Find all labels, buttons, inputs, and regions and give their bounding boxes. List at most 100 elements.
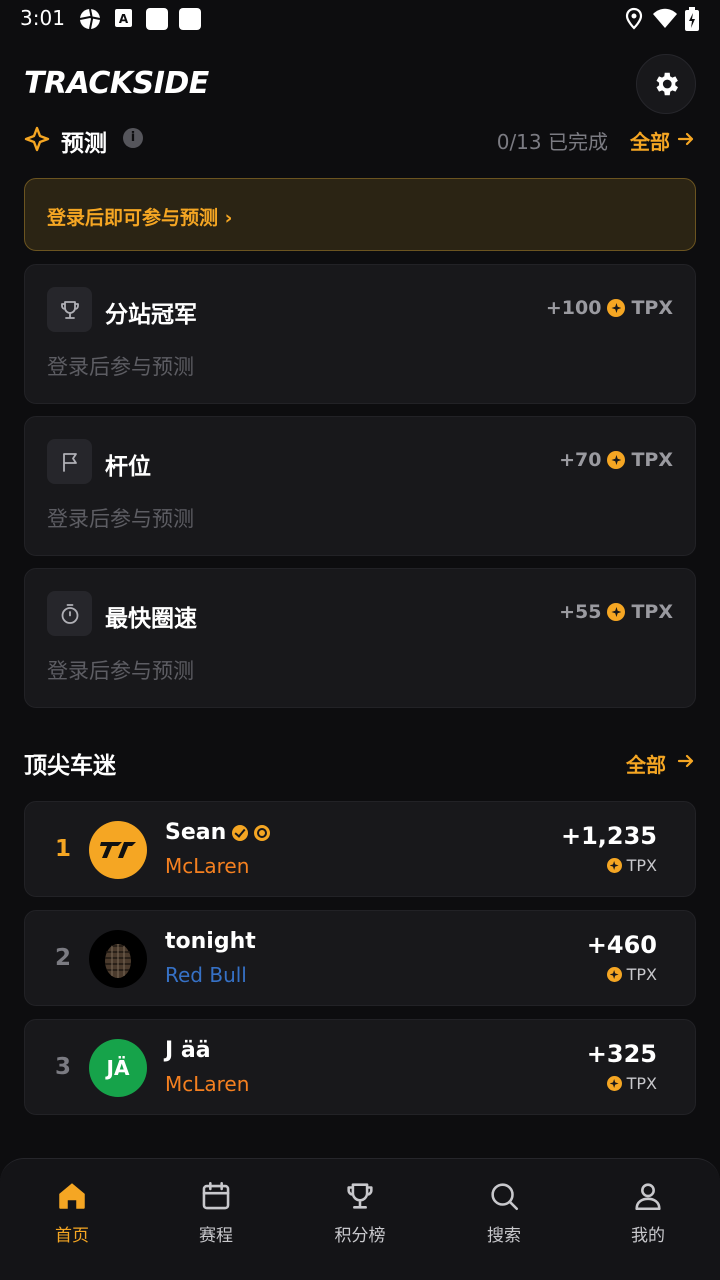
- verified-badge-icon: [232, 824, 249, 841]
- notification-square-icon-2: [179, 8, 201, 30]
- nav-item-home[interactable]: 首页: [0, 1179, 144, 1259]
- top-fans-title: 顶尖车迷: [24, 753, 116, 779]
- rank-number: 2: [55, 945, 72, 971]
- notification-square-icon: [146, 8, 168, 30]
- trackside-logo: TRACKSIDE: [24, 66, 209, 101]
- gear-icon: [656, 72, 678, 96]
- nav-label: 搜索: [487, 1226, 521, 1246]
- unit-text: TPX: [626, 1074, 657, 1093]
- search-icon: [491, 1183, 519, 1211]
- prediction-reward: +55 TPX: [559, 601, 673, 623]
- bottom-navigation: 首页 赛程 积分榜 搜索 我的: [0, 1158, 720, 1280]
- tpx-coin-icon: [607, 451, 626, 469]
- leaderboard-row[interactable]: 1 Sean McLaren +1,235 TPX: [24, 801, 696, 897]
- tpx-coin-icon: [606, 1076, 622, 1091]
- flag-icon: [62, 452, 77, 472]
- predictions-header: 预测 i 0/13 已完成 全部: [24, 120, 696, 160]
- nav-item-profile[interactable]: 我的: [576, 1179, 720, 1259]
- flag-icon-box: [47, 439, 92, 484]
- fan-name: Sean: [165, 820, 271, 845]
- reward-unit: TPX: [631, 601, 673, 623]
- avatar-initials: JÄ: [106, 1056, 130, 1080]
- arrow-right-icon[interactable]: [676, 129, 696, 149]
- prediction-reward: +100 TPX: [546, 297, 673, 319]
- fan-name-text: tonight: [165, 929, 256, 954]
- prediction-name: 杆位: [105, 454, 151, 480]
- trophy-icon-box: [47, 287, 92, 332]
- fan-points-unit: TPX: [606, 965, 657, 984]
- unit-text: TPX: [626, 856, 657, 875]
- avatar: JÄ: [89, 1039, 147, 1097]
- predictions-all-link[interactable]: 全部: [630, 126, 670, 155]
- tpx-coin-icon: [607, 603, 626, 621]
- fan-name: tonight: [165, 929, 256, 954]
- leaderboard-row[interactable]: 2 tonight Red Bull +460 TPX: [24, 910, 696, 1006]
- arrow-right-icon[interactable]: [676, 751, 696, 771]
- tpx-coin-icon: [607, 299, 626, 317]
- location-icon: [625, 7, 643, 30]
- fan-points: +1,235: [560, 822, 657, 850]
- wifi-icon: [653, 8, 677, 28]
- fan-points: +325: [586, 1040, 657, 1068]
- nav-label: 首页: [55, 1226, 89, 1246]
- app-notification-icon: [79, 8, 101, 30]
- calendar-icon: [202, 1181, 230, 1210]
- predictions-progress: 0/13 已完成: [496, 130, 608, 154]
- trophy-icon: [347, 1183, 373, 1209]
- prediction-name: 最快圈速: [105, 606, 197, 632]
- avatar: [89, 930, 147, 988]
- fan-points-unit: TPX: [606, 856, 657, 875]
- rank-number: 1: [55, 836, 72, 862]
- supporter-badge-icon: [254, 824, 271, 841]
- battery-icon: [685, 7, 699, 31]
- login-banner[interactable]: 登录后即可参与预测 ›: [24, 178, 696, 251]
- fan-points-unit: TPX: [606, 1074, 657, 1093]
- keyboard-notification-icon: A: [115, 9, 132, 27]
- nav-label: 我的: [631, 1226, 665, 1246]
- home-icon: [59, 1183, 85, 1209]
- settings-button[interactable]: [636, 54, 696, 114]
- fan-name: J ää: [165, 1038, 211, 1063]
- avatar: [89, 821, 147, 879]
- fan-team: McLaren: [165, 1072, 250, 1096]
- trackside-avatar-icon: [100, 842, 136, 858]
- nav-item-standings[interactable]: 积分榜: [288, 1179, 432, 1259]
- prediction-card-race-winner[interactable]: 分站冠军 +100 TPX 登录后参与预测: [24, 264, 696, 404]
- fan-team: McLaren: [165, 854, 250, 878]
- reward-value: +55: [559, 601, 602, 623]
- prediction-reward: +70 TPX: [559, 449, 673, 471]
- tpx-coin-icon: [606, 858, 622, 873]
- app-header: TRACKSIDE: [0, 54, 720, 114]
- prediction-subtitle: 登录后参与预测: [47, 355, 194, 379]
- reward-unit: TPX: [631, 449, 673, 471]
- nav-label: 赛程: [199, 1226, 233, 1246]
- tpx-coin-icon: [606, 967, 622, 982]
- fan-name-text: Sean: [165, 820, 227, 845]
- prediction-name: 分站冠军: [105, 302, 197, 328]
- reward-unit: TPX: [631, 297, 673, 319]
- stopwatch-icon-box: [47, 591, 92, 636]
- prediction-card-pole[interactable]: 杆位 +70 TPX 登录后参与预测: [24, 416, 696, 556]
- profile-icon: [635, 1183, 661, 1211]
- prediction-card-fastest-lap[interactable]: 最快圈速 +55 TPX 登录后参与预测: [24, 568, 696, 708]
- status-time: 3:01: [20, 6, 65, 30]
- nav-label: 积分榜: [334, 1226, 386, 1246]
- top-fans-all-link[interactable]: 全部: [626, 749, 666, 778]
- fan-team: Red Bull: [165, 963, 247, 987]
- nav-item-search[interactable]: 搜索: [432, 1179, 576, 1259]
- pinecone-avatar-icon: [105, 944, 131, 978]
- reward-value: +100: [545, 297, 602, 319]
- login-banner-text[interactable]: 登录后即可参与预测 ›: [47, 203, 232, 230]
- fan-points: +460: [586, 931, 657, 959]
- leaderboard-row[interactable]: 3 JÄ J ää McLaren +325 TPX: [24, 1019, 696, 1115]
- nav-item-schedule[interactable]: 赛程: [144, 1179, 288, 1259]
- info-icon[interactable]: i: [123, 128, 143, 148]
- trophy-icon: [60, 300, 79, 319]
- fan-name-text: J ää: [165, 1038, 211, 1063]
- unit-text: TPX: [626, 965, 657, 984]
- stopwatch-icon: [61, 603, 78, 624]
- prediction-subtitle: 登录后参与预测: [47, 659, 194, 683]
- rank-number: 3: [55, 1054, 72, 1080]
- sparkle-icon: [24, 126, 50, 152]
- predictions-title: 预测: [61, 131, 107, 157]
